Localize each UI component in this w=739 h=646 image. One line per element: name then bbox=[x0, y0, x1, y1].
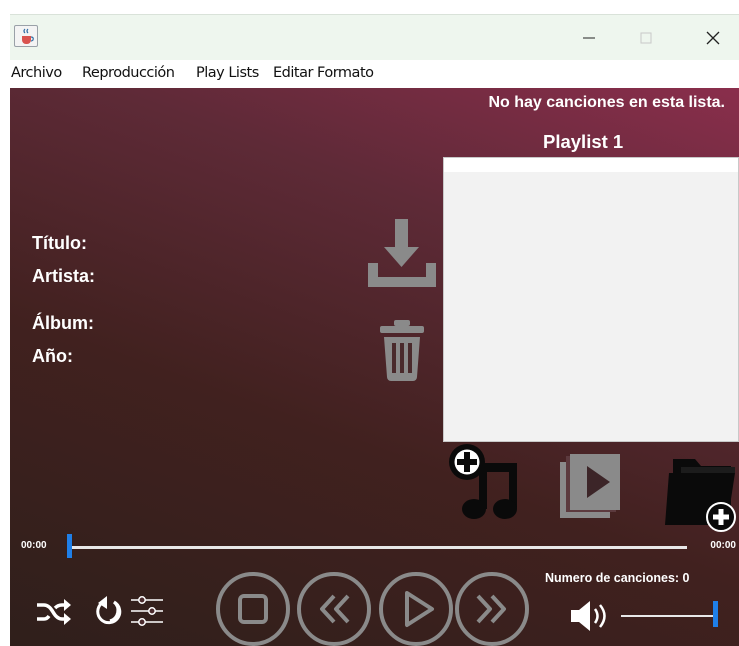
window-titlebar bbox=[0, 0, 739, 60]
close-button[interactable] bbox=[690, 24, 736, 52]
stop-icon[interactable] bbox=[215, 571, 291, 646]
playlist-title: Playlist 1 bbox=[543, 131, 624, 152]
maximize-button[interactable] bbox=[623, 24, 669, 52]
song-title-label: Título: bbox=[32, 233, 87, 253]
repeat-icon[interactable] bbox=[90, 596, 122, 633]
song-year-label: Año: bbox=[32, 346, 73, 366]
trash-icon[interactable] bbox=[378, 318, 426, 387]
play-icon[interactable] bbox=[378, 571, 454, 646]
menu-archivo[interactable]: Archivo bbox=[11, 65, 62, 81]
download-icon[interactable] bbox=[366, 217, 438, 298]
empty-playlist-message: No hay canciones en esta lista. bbox=[488, 94, 725, 111]
menu-play-lists[interactable]: Play Lists bbox=[196, 65, 259, 81]
volume-icon[interactable] bbox=[569, 598, 613, 639]
add-music-icon[interactable] bbox=[445, 443, 523, 528]
minimize-button[interactable] bbox=[566, 24, 612, 52]
list-item[interactable] bbox=[444, 158, 738, 172]
volume-slider[interactable] bbox=[621, 615, 714, 617]
next-icon[interactable] bbox=[454, 571, 530, 646]
song-count: Numero de canciones: 0 bbox=[545, 571, 690, 585]
add-folder-icon[interactable] bbox=[661, 453, 739, 538]
player-panel: No hay canciones en esta lista. Playlist… bbox=[10, 88, 739, 646]
maximize-icon bbox=[640, 32, 652, 44]
playlist-play-icon[interactable] bbox=[558, 452, 624, 525]
menu-bar: Archivo Reproducción Play Lists Editar F… bbox=[0, 60, 739, 88]
total-time: 00:00 bbox=[710, 540, 736, 551]
close-icon bbox=[706, 31, 720, 45]
minimize-icon bbox=[583, 37, 595, 39]
menu-editar-formato[interactable]: Editar Formato bbox=[273, 65, 374, 81]
progress-thumb[interactable] bbox=[67, 534, 72, 558]
progress-bar[interactable] bbox=[72, 546, 687, 549]
song-list[interactable] bbox=[443, 157, 739, 442]
shuffle-icon[interactable] bbox=[35, 598, 71, 631]
previous-icon[interactable] bbox=[296, 571, 372, 646]
menu-reproduccion[interactable]: Reproducción bbox=[82, 65, 175, 81]
song-artist-label: Artista: bbox=[32, 266, 96, 286]
equalizer-icon[interactable] bbox=[130, 594, 164, 635]
volume-thumb[interactable] bbox=[713, 601, 718, 627]
current-time: 00:00 bbox=[21, 540, 47, 551]
java-cup-icon[interactable] bbox=[14, 25, 38, 47]
song-album-label: Álbum: bbox=[32, 313, 94, 333]
